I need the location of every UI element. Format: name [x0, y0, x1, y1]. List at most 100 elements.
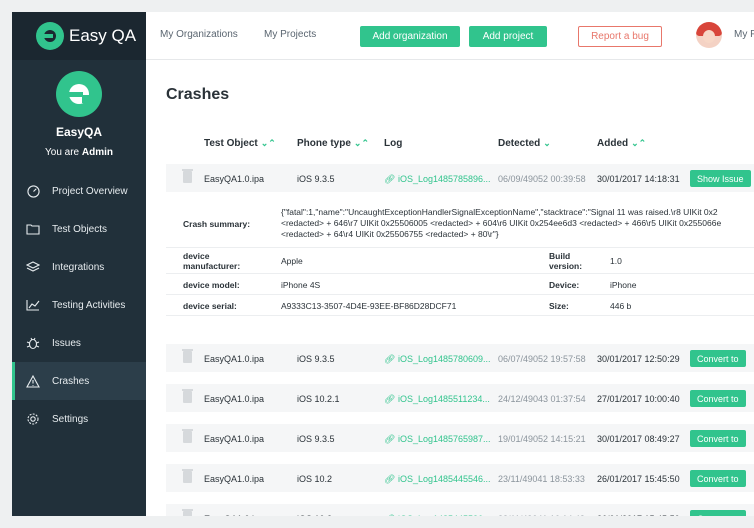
column-added[interactable]: Added ⌄⌃	[597, 138, 646, 149]
cell-log-link[interactable]: 🔗︎ iOS_Log1485785896...	[384, 174, 491, 185]
cell-detected: 24/12/49043 01:37:54	[498, 394, 586, 404]
table-row[interactable]: EasyQA1.0.ipa iOS 9.3.5 🔗︎ iOS_Log14857659…	[166, 424, 754, 452]
my-projects-link[interactable]: My Projects	[264, 29, 316, 40]
sidebar-item-integrations[interactable]: Integrations	[12, 248, 146, 286]
table-row-expanded[interactable]: EasyQA1.0.ipa iOS 9.3.5 🔗︎ iOS_Log148578…	[166, 164, 754, 192]
column-test-object[interactable]: Test Object ⌄⌃	[204, 138, 276, 149]
brand-name: Easy QA	[69, 26, 137, 45]
organization-role: You are Admin	[12, 147, 146, 158]
model-label: device model:	[183, 280, 240, 290]
table-row[interactable]: EasyQA1.0.ipa iOS 10.2 🔗︎ iOS_Log148544554…	[166, 464, 754, 492]
my-organizations-link[interactable]: My Organizations	[160, 29, 238, 40]
convert-to-issue-button[interactable]: Convert to	[690, 470, 746, 487]
trash-icon[interactable]	[182, 469, 193, 483]
sidebar-item-label: Testing Activities	[52, 299, 126, 311]
sidebar-item-label: Project Overview	[52, 185, 128, 197]
cell-phone-type: iOS 9.3.5	[297, 434, 335, 444]
sidebar-item-testing-activities[interactable]: Testing Activities	[12, 286, 146, 324]
column-phone-type[interactable]: Phone type ⌄⌃	[297, 138, 369, 149]
summary-line: <redacted> + 646\r7 UIKit 0x25506005 <re…	[281, 218, 722, 228]
detail-row-model: device model: iPhone 4S Device: iPhone	[166, 274, 754, 295]
sidebar-item-label: Test Objects	[52, 223, 108, 235]
brand[interactable]: Easy QA	[12, 12, 146, 60]
build-label: Build version:	[549, 251, 583, 271]
log-link-text: iOS_Log1485511234...	[397, 394, 490, 404]
horizontal-scrollbar[interactable]	[12, 516, 754, 528]
organization-logo	[56, 71, 102, 117]
crash-summary: Crash summary: {"fatal":1,"name":"Uncaug…	[166, 201, 754, 248]
cell-test-object: EasyQA1.0.ipa	[204, 434, 265, 444]
detail-row-serial: device serial: A9333C13-3507-4D4E-93EE-B…	[166, 295, 754, 316]
column-label: Detected	[498, 138, 541, 149]
cell-log-link[interactable]: 🔗︎ iOS_Log1485511234...	[384, 394, 490, 405]
manufacturer-label: device manufacturer:	[183, 251, 241, 271]
sidebar-item-test-objects[interactable]: Test Objects	[12, 210, 146, 248]
column-detected[interactable]: Detected ⌄	[498, 138, 551, 149]
summary-line: {"fatal":1,"name":"UncaughtExceptionHand…	[281, 207, 718, 217]
easyqa-logo-icon	[36, 22, 64, 50]
sidebar-item-crashes[interactable]: Crashes	[12, 362, 146, 400]
sort-icon[interactable]: ⌄⌃	[631, 138, 646, 148]
cell-phone-type: iOS 9.3.5	[297, 354, 335, 364]
size-label: Size:	[549, 301, 569, 311]
cell-log-link[interactable]: 🔗︎ iOS_Log1485780609...	[384, 354, 491, 365]
app-window: Easy QA EasyQA You are Admin Project Ove…	[12, 12, 754, 516]
size-value: 446 b	[610, 301, 632, 311]
cell-detected: 19/01/49052 14:15:21	[498, 434, 586, 444]
cell-log-link[interactable]: 🔗︎ iOS_Log1485445546...	[384, 474, 491, 485]
cell-test-object: EasyQA1.0.ipa	[204, 474, 265, 484]
folder-icon	[26, 222, 40, 236]
sort-icon[interactable]: ⌄⌃	[354, 138, 369, 148]
avatar[interactable]	[696, 22, 722, 48]
show-issue-button[interactable]: Show Issue	[690, 170, 751, 187]
add-organization-button[interactable]: Add organization	[360, 26, 460, 47]
sidebar-item-project-overview[interactable]: Project Overview	[12, 172, 146, 210]
trash-icon[interactable]	[182, 169, 193, 183]
link-icon: 🔗︎	[384, 474, 396, 484]
convert-to-issue-button[interactable]: Convert to	[690, 430, 746, 447]
cell-test-object: EasyQA1.0.ipa	[204, 394, 265, 404]
cell-phone-type: iOS 10.2.1	[297, 394, 340, 404]
sidebar-item-label: Integrations	[52, 261, 105, 273]
table-row[interactable]: EasyQA1.0.ipa iOS 10.2.1 🔗︎ iOS_Log1485511…	[166, 384, 754, 412]
trash-icon[interactable]	[182, 349, 193, 363]
link-icon: 🔗︎	[384, 174, 396, 184]
role-value: Admin	[81, 147, 113, 158]
layers-icon	[26, 260, 40, 274]
sidebar-item-label: Crashes	[52, 375, 90, 387]
device-value: iPhone	[610, 280, 637, 290]
cell-phone-type: iOS 9.3.5	[297, 174, 335, 184]
manufacturer-value: Apple	[281, 256, 303, 266]
sort-icon[interactable]: ⌄	[543, 138, 551, 148]
table-row[interactable]: EasyQA1.0.ipaiOS 10.2🔗︎ iOS_Log148544553…	[166, 504, 754, 516]
add-project-button[interactable]: Add project	[469, 26, 547, 47]
report-bug-button[interactable]: Report a bug	[578, 26, 662, 47]
sort-icon[interactable]: ⌄⌃	[261, 138, 276, 148]
table-row[interactable]: EasyQA1.0.ipa iOS 9.3.5 🔗︎ iOS_Log14857806…	[166, 344, 754, 372]
link-icon: 🔗︎	[384, 394, 396, 404]
trash-icon[interactable]	[182, 429, 193, 443]
sidebar-item-issues[interactable]: Issues	[12, 324, 146, 362]
serial-value: A9333C13-3507-4D4E-93EE-BF86D28DCF71	[281, 301, 457, 311]
column-label: Added	[597, 138, 629, 149]
cell-test-object: EasyQA1.0.ipa	[204, 174, 265, 184]
summary-line: <redacted> + 64\r4 UIKit 0x25506755 <red…	[281, 229, 499, 239]
cell-phone-type: iOS 10.2	[297, 474, 333, 484]
convert-to-issue-button[interactable]: Convert to	[690, 350, 746, 367]
topbar: My Organizations My Projects Add organiz…	[146, 12, 754, 60]
cell-added: 30/01/2017 08:49:27	[597, 434, 680, 444]
user-menu[interactable]: My P	[734, 29, 754, 40]
sidebar: Easy QA EasyQA You are Admin Project Ove…	[12, 12, 146, 516]
trash-icon[interactable]	[182, 389, 193, 403]
build-value: 1.0	[610, 256, 622, 266]
log-link-text: iOS_Log1485785896...	[397, 174, 491, 184]
convert-to-issue-button[interactable]: Convert to	[690, 390, 746, 407]
serial-label: device serial:	[183, 301, 237, 311]
cell-log-link[interactable]: 🔗︎ iOS_Log1485765987...	[384, 434, 491, 445]
log-link-text: iOS_Log1485765987...	[397, 434, 491, 444]
organization-name: EasyQA	[55, 125, 103, 139]
cell-test-object: EasyQA1.0.ipa	[204, 354, 265, 364]
gear-icon	[26, 412, 40, 426]
sidebar-item-settings[interactable]: Settings	[12, 400, 146, 438]
column-label: Phone type	[297, 138, 351, 149]
